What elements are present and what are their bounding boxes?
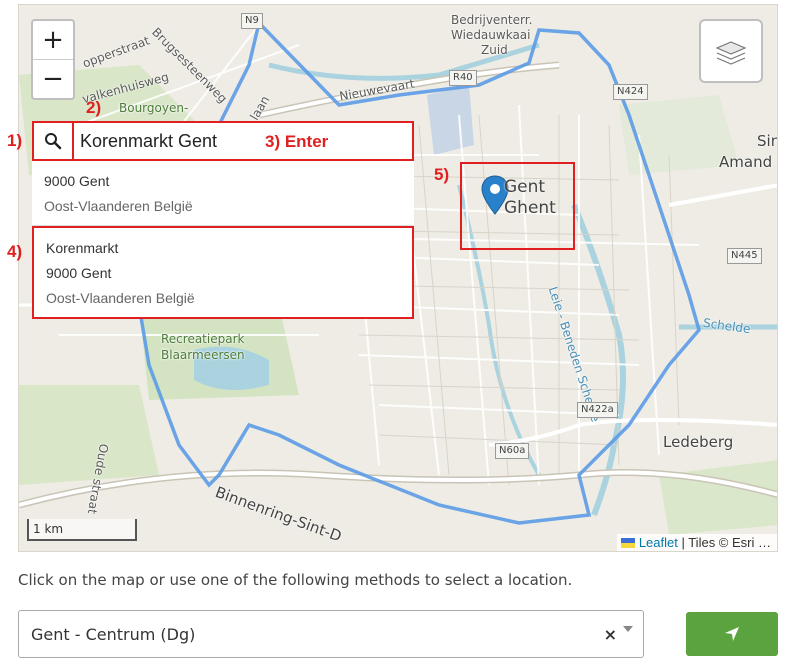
leaflet-link[interactable]: Leaflet: [639, 535, 678, 550]
annotation-step-5: 5): [434, 165, 450, 184]
search-results: 9000 Gent Oost-Vlaanderen België Korenma…: [32, 161, 414, 319]
search-result-item[interactable]: 9000 Gent Oost-Vlaanderen België: [32, 161, 414, 226]
scale-bar: 1 km: [27, 519, 137, 541]
map-label: Recreatiepark: [161, 332, 245, 346]
geocoder-search: [32, 121, 414, 161]
road-label-r40: R40: [449, 70, 477, 86]
road-label-n60a: N60a: [495, 443, 530, 459]
layers-icon: [715, 41, 747, 65]
road-label-n9: N9: [241, 13, 263, 29]
search-button[interactable]: [34, 123, 74, 159]
annotation-step-2: 2): [86, 98, 102, 117]
result-line: Oost-Vlaanderen België: [46, 290, 195, 306]
annotation-step-4: 4): [7, 242, 23, 261]
map-label: Blaarmeersen: [161, 348, 245, 362]
clear-selection-icon[interactable]: ×: [604, 625, 617, 644]
road-label-n424: N424: [613, 84, 648, 100]
ukraine-flag-icon: [620, 538, 635, 548]
map-label: Wiedauwkaai: [451, 28, 531, 42]
zoom-in-button[interactable]: +: [33, 21, 73, 59]
place-name-line1: Gent: [504, 177, 546, 197]
layers-button[interactable]: [699, 19, 763, 83]
place-name: Gent Ghent: [504, 177, 556, 219]
map-label: Bourgoyen-: [119, 101, 189, 115]
search-input[interactable]: [78, 129, 262, 153]
instructions-text: Click on the map or use one of the follo…: [18, 571, 573, 589]
map-label: Zuid: [481, 43, 508, 57]
map-label: Bedrijventerr.: [451, 13, 533, 27]
annotation-step-3: 3) Enter: [265, 132, 329, 151]
map-label: Amand: [719, 153, 773, 171]
map-attribution: Leaflet | Tiles © Esri …: [616, 534, 777, 551]
search-result-item-selected[interactable]: Korenmarkt 9000 Gent Oost-Vlaanderen Bel…: [32, 226, 414, 319]
result-line: Oost-Vlaanderen België: [44, 198, 193, 214]
map-label: Ledeberg: [663, 433, 734, 451]
map-label: Sin: [757, 132, 778, 150]
location-select[interactable]: Gent - Centrum (Dg) ×: [18, 610, 644, 658]
result-line: 9000 Gent: [44, 173, 110, 189]
annotation-step-1: 1): [7, 131, 23, 150]
place-name-line2: Ghent: [504, 198, 556, 218]
road-label-n422a: N422a: [577, 402, 618, 418]
zoom-control: + −: [31, 19, 75, 100]
navigation-arrow-icon: [725, 627, 739, 641]
chevron-down-icon[interactable]: [623, 626, 633, 632]
zoom-out-button[interactable]: −: [33, 59, 73, 98]
locate-button[interactable]: [686, 612, 778, 656]
road-label-n445: N445: [727, 248, 762, 264]
result-line: Korenmarkt: [46, 240, 119, 256]
result-line: 9000 Gent: [46, 265, 112, 281]
location-select-value: Gent - Centrum (Dg): [31, 624, 196, 644]
attribution-text: | Tiles © Esri …: [677, 535, 771, 550]
search-icon: [45, 133, 62, 150]
